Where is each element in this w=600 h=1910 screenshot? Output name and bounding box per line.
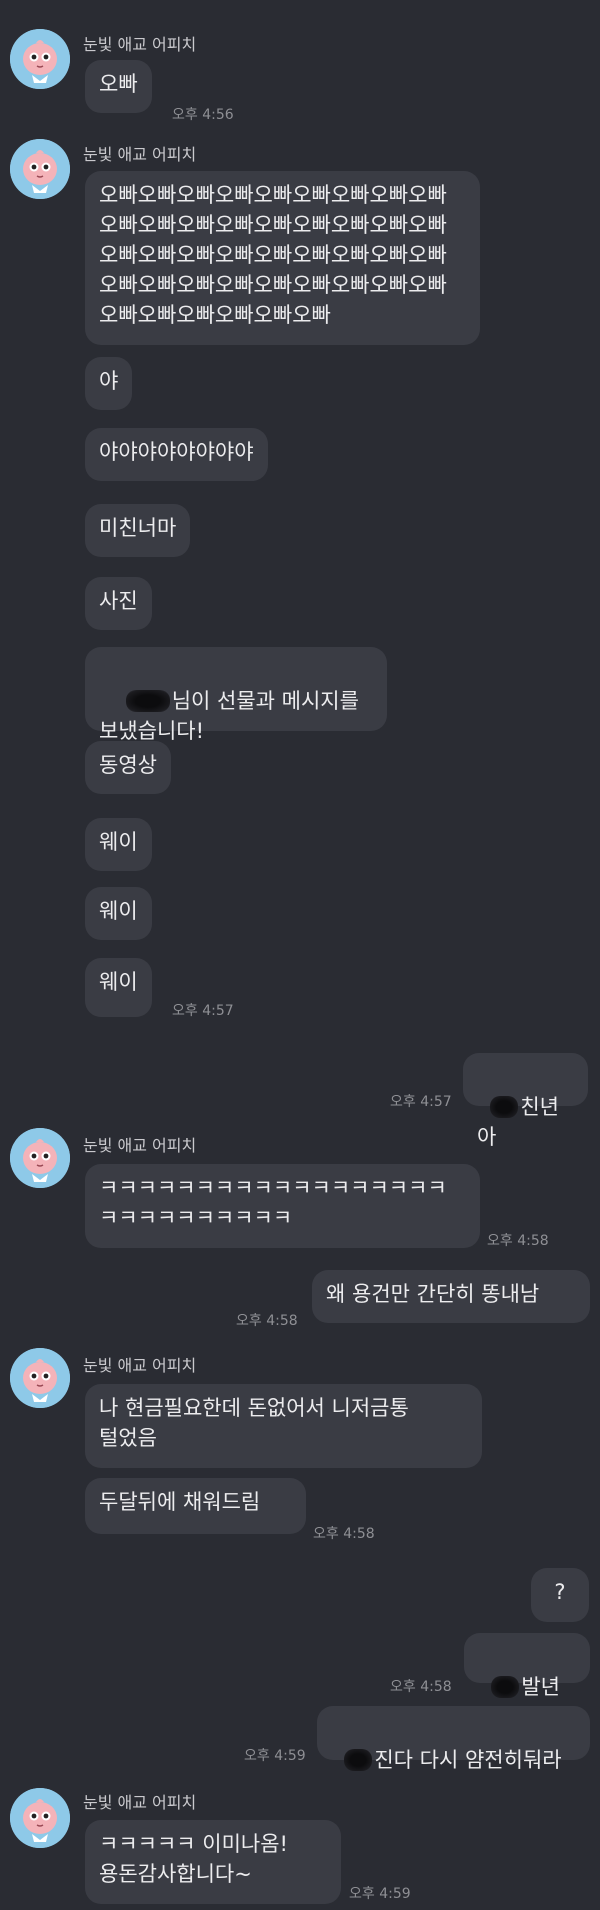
outgoing-message-bubble[interactable]: 진다 다시 얌전히둬라 — [317, 1706, 590, 1772]
avatar[interactable] — [10, 139, 70, 199]
message-bubble[interactable]: 미친너마 — [85, 504, 191, 557]
message-bubble[interactable]: 오빠 — [85, 60, 152, 113]
message-bubble[interactable]: 웨이 — [85, 818, 152, 871]
timestamp: 오후 4:59 — [349, 1886, 411, 1902]
peach-avatar-icon — [10, 1788, 70, 1848]
timestamp: 오후 4:58 — [313, 1526, 375, 1542]
avatar[interactable] — [10, 1788, 70, 1848]
message-bubble[interactable]: 나 현금필요한데 돈없어서 니저금통 털었음 — [85, 1384, 482, 1468]
avatar[interactable] — [10, 1348, 70, 1408]
outgoing-message-bubble[interactable]: ? — [531, 1568, 589, 1622]
outgoing-text: 친년아 — [477, 1095, 559, 1149]
timestamp: 오후 4:58 — [236, 1313, 298, 1329]
message-bubble[interactable]: 동영상 — [85, 741, 171, 794]
timestamp: 오후 4:57 — [390, 1094, 452, 1110]
message-bubble[interactable]: 야 — [85, 357, 133, 410]
avatar[interactable] — [10, 1128, 70, 1188]
message-bubble[interactable]: 두달뒤에 채워드림 — [85, 1478, 306, 1534]
message-bubble[interactable]: 야야야야야야야야 — [85, 428, 268, 481]
peach-avatar-icon — [10, 139, 70, 199]
timestamp: 오후 4:57 — [172, 1003, 234, 1019]
sender-name: 눈빛 애교 어피치 — [83, 1136, 197, 1155]
peach-avatar-icon — [10, 29, 70, 89]
sender-name: 눈빛 애교 어피치 — [83, 1356, 197, 1375]
sender-name: 눈빛 애교 어피치 — [83, 145, 197, 164]
peach-avatar-icon — [10, 1348, 70, 1408]
peach-avatar-icon — [10, 1128, 70, 1188]
message-bubble[interactable]: 웨이 — [85, 958, 152, 1017]
redacted-name — [125, 690, 170, 712]
redacted-text — [491, 1676, 520, 1698]
message-bubble[interactable]: 웨이 — [85, 887, 152, 940]
outgoing-message-bubble[interactable]: 왜 용건만 간단히 똥내남 — [312, 1270, 590, 1323]
avatar[interactable] — [10, 29, 70, 89]
timestamp: 오후 4:56 — [172, 107, 234, 123]
message-bubble[interactable]: 사진 — [85, 577, 152, 630]
redacted-text — [344, 1749, 373, 1771]
outgoing-message-bubble[interactable]: 친년아 — [463, 1053, 588, 1149]
timestamp: 오후 4:58 — [390, 1679, 452, 1695]
timestamp: 오후 4:59 — [244, 1748, 306, 1764]
gift-message-bubble[interactable]: 님이 선물과 메시지를 보냈습니다! — [85, 647, 387, 743]
message-bubble[interactable]: ㅋㅋㅋㅋㅋㅋㅋㅋㅋㅋㅋㅋㅋㅋㅋㅋㅋㅋㅋㅋㅋㅋㅋㅋㅋㅋㅋㅋ — [85, 1164, 480, 1248]
outgoing-message-bubble[interactable]: 발년이 — [464, 1633, 590, 1729]
timestamp: 오후 4:58 — [487, 1233, 549, 1249]
sender-name: 눈빛 애교 어피치 — [83, 1793, 197, 1812]
message-bubble[interactable]: ㅋㅋㅋㅋㅋ 이미나옴! 용돈감사합니다~ — [85, 1820, 341, 1904]
redacted-text — [490, 1096, 519, 1118]
outgoing-text: 진다 다시 얌전히둬라 — [374, 1748, 562, 1772]
sender-name: 눈빛 애교 어피치 — [83, 35, 197, 54]
message-bubble[interactable]: 오빠오빠오빠오빠오빠오빠오빠오빠오빠오빠오빠오빠오빠오빠오빠오빠오빠오빠오빠오빠… — [85, 171, 480, 345]
